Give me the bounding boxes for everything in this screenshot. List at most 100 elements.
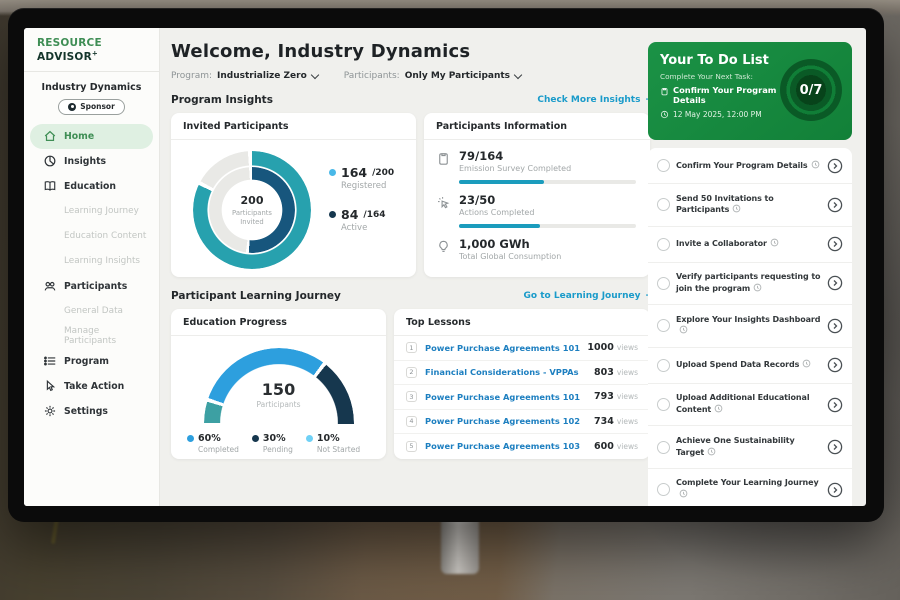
lesson-title-link[interactable]: Power Purchase Agreements 102 — [425, 416, 594, 426]
check-more-insights-link[interactable]: Check More Insights→ — [537, 95, 653, 105]
insights-icon — [43, 154, 57, 168]
chevron-down-icon — [311, 70, 319, 78]
stat-emission-survey: 79/164 Emission Survey Completed — [424, 140, 650, 173]
list-icon — [43, 354, 57, 368]
task-chevron-button[interactable] — [827, 439, 843, 455]
legend-dot — [252, 435, 259, 442]
task-checkbox[interactable] — [657, 483, 670, 496]
sidebar-item-learning-journey[interactable]: Learning Journey — [30, 199, 153, 224]
lesson-views: 793views — [594, 391, 638, 402]
participants-filter-dropdown[interactable]: Participants: Only My Participants — [344, 71, 521, 81]
pointer-icon — [43, 379, 57, 393]
task-checkbox[interactable] — [657, 359, 670, 372]
legend-dot — [329, 211, 336, 218]
dashboard-screen: RESOURCE ADVISOR+ Industry Dynamics Spon… — [24, 28, 866, 506]
survey-icon — [436, 151, 451, 166]
info-icon — [770, 238, 779, 247]
logo-primary: RESOURCE — [37, 37, 102, 49]
program-filter-value: Industrialize Zero — [217, 71, 307, 81]
participants-icon — [43, 279, 57, 293]
task-chevron-button[interactable] — [827, 197, 843, 213]
sidebar-item-home[interactable]: Home — [30, 124, 153, 149]
lesson-row: 4 Power Purchase Agreements 102 734views — [394, 410, 650, 435]
go-to-learning-journey-link[interactable]: Go to Learning Journey→ — [524, 291, 653, 301]
task-chevron-button[interactable] — [827, 357, 843, 373]
task-row[interactable]: Invite a Collaborator — [648, 227, 852, 263]
sidebar-item-education[interactable]: Education — [30, 174, 153, 199]
task-checkbox[interactable] — [657, 319, 670, 332]
sidebar-item-label: Manage Participants — [64, 326, 153, 346]
monitor-bezel: RESOURCE ADVISOR+ Industry Dynamics Spon… — [8, 8, 884, 522]
legend-dot — [329, 169, 336, 176]
sidebar-item-take-action[interactable]: Take Action — [30, 374, 153, 399]
participants-filter-value: Only My Participants — [405, 71, 510, 81]
legend-dot — [306, 435, 313, 442]
sponsor-badge[interactable]: Sponsor — [58, 99, 125, 115]
task-row[interactable]: Send 50 Invitations to Participants — [648, 184, 852, 227]
sidebar: RESOURCE ADVISOR+ Industry Dynamics Spon… — [24, 28, 160, 506]
home-icon — [43, 129, 57, 143]
clock-icon — [660, 110, 669, 119]
sidebar-item-manage-participants[interactable]: Manage Participants — [30, 324, 153, 349]
info-icon — [732, 204, 741, 213]
sidebar-nav: Home Insights Education Learning Journey… — [24, 124, 159, 424]
task-checkbox[interactable] — [657, 277, 670, 290]
info-icon — [714, 404, 723, 413]
sponsor-label: Sponsor — [80, 102, 115, 111]
task-label: Upload Additional Educational Content — [676, 393, 821, 416]
task-row[interactable]: Explore Your Insights Dashboard — [648, 305, 852, 348]
task-chevron-button[interactable] — [827, 275, 843, 291]
lesson-rank: 2 — [406, 367, 417, 378]
sidebar-item-settings[interactable]: Settings — [30, 399, 153, 424]
education-progress-card: Education Progress 150 Participants 60% … — [171, 309, 386, 459]
logo-secondary: ADVISOR+ — [37, 51, 98, 63]
app-logo: RESOURCE ADVISOR+ — [24, 28, 159, 72]
task-row[interactable]: Complete Your Learning Journey — [648, 469, 852, 506]
lesson-views: 1000views — [587, 342, 638, 353]
task-chevron-button[interactable] — [827, 236, 843, 252]
gauge-center-value: 150 — [204, 380, 354, 399]
task-checkbox[interactable] — [657, 398, 670, 411]
task-label: Upload Spend Data Records — [676, 359, 821, 371]
program-filter-dropdown[interactable]: Program: Industrialize Zero — [171, 71, 318, 81]
book-icon — [43, 179, 57, 193]
task-chevron-button[interactable] — [827, 318, 843, 334]
task-row[interactable]: Upload Spend Data Records — [648, 348, 852, 384]
sidebar-item-label: Participants — [64, 281, 127, 292]
sidebar-item-participants[interactable]: Participants — [30, 274, 153, 299]
task-row[interactable]: Achieve One Sustainability Target — [648, 426, 852, 469]
task-checkbox[interactable] — [657, 198, 670, 211]
filters-row: Program: Industrialize Zero Participants… — [171, 71, 653, 81]
card-title: Participants Information — [424, 113, 650, 140]
sidebar-item-insights[interactable]: Insights — [30, 149, 153, 174]
task-row[interactable]: Verify participants requesting to join t… — [648, 263, 852, 306]
sidebar-item-learning-insights[interactable]: Learning Insights — [30, 249, 153, 274]
sidebar-item-education-content[interactable]: Education Content — [30, 224, 153, 249]
task-row[interactable]: Confirm Your Program Details — [648, 148, 852, 184]
lesson-row: 1 Power Purchase Agreements 101 1000view… — [394, 336, 650, 361]
lesson-title-link[interactable]: Power Purchase Agreements 101 — [425, 392, 594, 402]
task-row[interactable]: Upload Additional Educational Content — [648, 384, 852, 427]
stat-actions-completed: 23/50 Actions Completed — [424, 184, 650, 217]
legend-item-registered: 164 /200 Registered — [329, 165, 394, 191]
task-chevron-button[interactable] — [827, 482, 843, 498]
program-filter-label: Program: — [171, 71, 212, 81]
sidebar-item-program[interactable]: Program — [30, 349, 153, 374]
info-icon — [707, 447, 716, 456]
lesson-title-link[interactable]: Financial Considerations - VPPAs — [425, 367, 594, 377]
sidebar-item-label: Take Action — [64, 381, 124, 392]
task-chevron-button[interactable] — [827, 397, 843, 413]
task-checkbox[interactable] — [657, 441, 670, 454]
sidebar-item-label: Program — [64, 356, 109, 367]
task-checkbox[interactable] — [657, 238, 670, 251]
invited-donut-chart: 200 Participants Invited — [193, 151, 311, 269]
lesson-title-link[interactable]: Power Purchase Agreements 101 — [425, 343, 587, 353]
todo-next-task[interactable]: Confirm Your Program Details — [660, 86, 788, 106]
task-label: Send 50 Invitations to Participants — [676, 194, 821, 217]
task-chevron-button[interactable] — [827, 158, 843, 174]
task-checkbox[interactable] — [657, 159, 670, 172]
lesson-title-link[interactable]: Power Purchase Agreements 103 — [425, 441, 594, 451]
sidebar-item-general-data[interactable]: General Data — [30, 299, 153, 324]
lesson-rank: 4 — [406, 416, 417, 427]
main-content: Welcome, Industry Dynamics Program: Indu… — [161, 28, 866, 506]
